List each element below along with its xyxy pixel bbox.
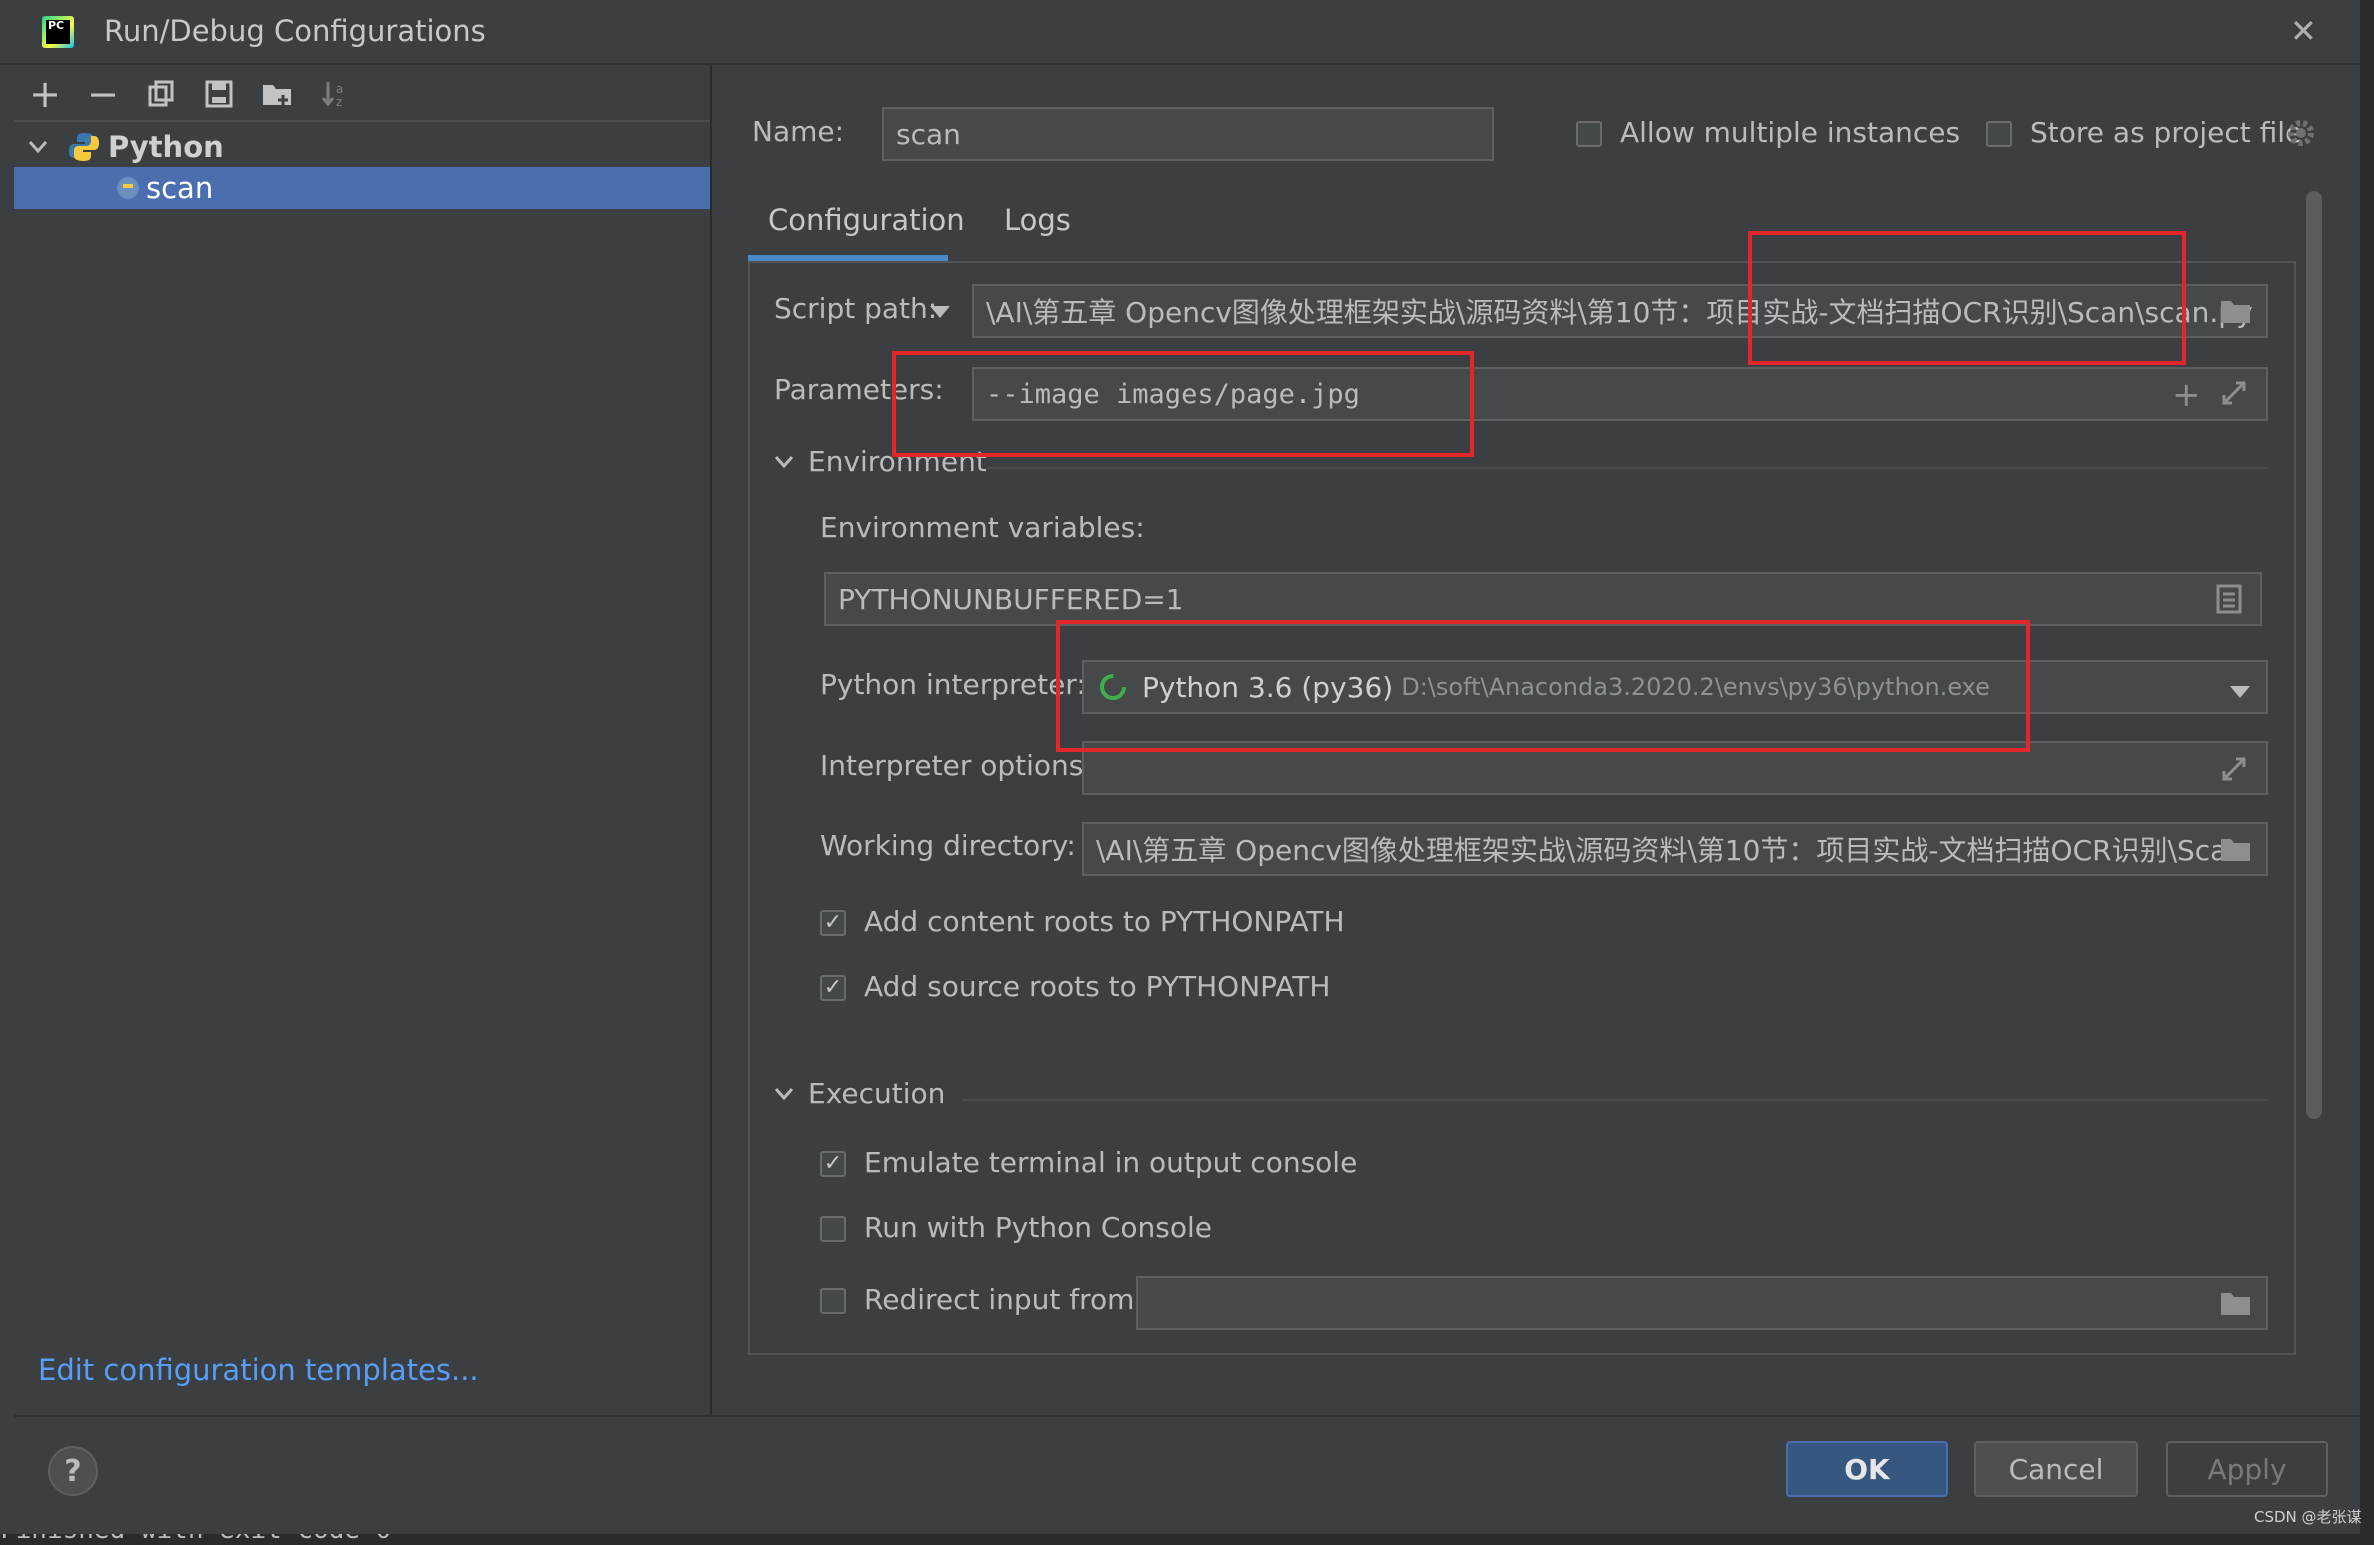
- add-icon[interactable]: +: [28, 72, 62, 116]
- vertical-scrollbar[interactable]: [2306, 191, 2322, 1119]
- redirect-folder-icon[interactable]: [2220, 1289, 2252, 1321]
- gear-icon[interactable]: [2286, 118, 2316, 148]
- python-script-icon: [114, 174, 142, 202]
- allow-multiple-checkbox[interactable]: [1576, 121, 1602, 147]
- svg-text:z: z: [336, 95, 342, 109]
- add-content-roots-label: Add content roots to PYTHONPATH: [864, 905, 1345, 938]
- expand-icon[interactable]: [2220, 379, 2248, 411]
- name-label: Name:: [752, 115, 845, 148]
- help-icon: ?: [64, 1453, 82, 1489]
- redirect-input-field[interactable]: [1136, 1276, 2268, 1330]
- tree-toolbar: + − az: [28, 72, 688, 116]
- interpreter-label: Python interpreter:: [820, 668, 1086, 701]
- copy-icon[interactable]: [144, 77, 178, 111]
- script-path-label: Script path:: [774, 292, 938, 325]
- edit-list-icon[interactable]: [2216, 584, 2242, 618]
- watermark: CSDN @老张谋: [2254, 1508, 2362, 1526]
- tab-logs[interactable]: Logs: [1004, 203, 1071, 237]
- run-python-console-label: Run with Python Console: [864, 1211, 1213, 1244]
- insert-macro-icon[interactable]: +: [2172, 375, 2201, 415]
- python-icon: [68, 131, 100, 163]
- edit-templates-link[interactable]: Edit configuration templates...: [38, 1353, 479, 1387]
- working-dir-label: Working directory:: [820, 829, 1076, 862]
- title-bar: PC Run/Debug Configurations ✕: [0, 0, 2360, 65]
- tab-logs-label: Logs: [1004, 203, 1071, 237]
- save-icon[interactable]: [202, 77, 236, 111]
- new-folder-icon[interactable]: [260, 77, 294, 111]
- redirect-input-label: Redirect input from:: [864, 1283, 1144, 1316]
- checkmark-icon: ✓: [823, 975, 843, 1000]
- environment-divider: [988, 467, 2268, 469]
- name-input[interactable]: scan: [882, 107, 1494, 161]
- environment-chevron-icon[interactable]: [774, 454, 794, 473]
- ok-button[interactable]: OK: [1786, 1441, 1948, 1497]
- tab-configuration-label: Configuration: [768, 203, 965, 237]
- script-path-dropdown-icon[interactable]: [930, 303, 950, 322]
- highlight-box-script-path: [1748, 231, 2186, 365]
- interpreter-options-label: Interpreter options:: [820, 749, 1093, 782]
- run-python-console-checkbox[interactable]: [820, 1216, 846, 1242]
- working-dir-value: \AI\第五章 Opencv图像处理框架实战\源码资料\第10节：项目实战-文档…: [1096, 834, 2246, 867]
- cancel-button-label: Cancel: [2008, 1452, 2104, 1486]
- add-source-roots-checkbox[interactable]: ✓: [820, 975, 846, 1001]
- tab-configuration[interactable]: Configuration: [748, 195, 965, 261]
- svg-text:a: a: [336, 82, 343, 96]
- close-icon[interactable]: ✕: [2290, 12, 2317, 50]
- browse-folder-icon[interactable]: [2220, 297, 2252, 329]
- bottom-divider: [14, 1415, 2360, 1417]
- add-source-roots-label: Add source roots to PYTHONPATH: [864, 970, 1331, 1003]
- tree-item-label: scan: [146, 171, 214, 205]
- checkmark-icon: ✓: [823, 910, 843, 935]
- store-project-checkbox[interactable]: [1986, 121, 2012, 147]
- working-dir-input[interactable]: \AI\第五章 Opencv图像处理框架实战\源码资料\第10节：项目实战-文档…: [1082, 822, 2268, 876]
- working-dir-folder-icon[interactable]: [2220, 835, 2252, 867]
- help-button[interactable]: ?: [48, 1446, 98, 1496]
- sort-icon[interactable]: az: [318, 77, 352, 111]
- pycharm-icon: PC: [42, 16, 74, 48]
- configuration-tree-pane: + − az Python scan Edit configuration te…: [14, 65, 712, 1415]
- tree-group-python[interactable]: Python: [28, 127, 708, 167]
- emulate-terminal-checkbox[interactable]: ✓: [820, 1151, 846, 1177]
- interpreter-dropdown-icon[interactable]: [2230, 683, 2250, 702]
- env-vars-value: PYTHONUNBUFFERED=1: [838, 582, 1184, 616]
- env-vars-label: Environment variables:: [820, 511, 1145, 544]
- tree-group-label: Python: [108, 130, 224, 164]
- execution-section-title: Execution: [808, 1077, 946, 1110]
- apply-button-label: Apply: [2207, 1452, 2287, 1486]
- redirect-input-checkbox[interactable]: [820, 1288, 846, 1314]
- execution-chevron-icon[interactable]: [774, 1086, 794, 1105]
- highlight-box-interpreter: [1056, 620, 2030, 752]
- emulate-terminal-label: Emulate terminal in output console: [864, 1146, 1358, 1179]
- chevron-down-icon[interactable]: [28, 135, 58, 160]
- add-content-roots-checkbox[interactable]: ✓: [820, 910, 846, 936]
- store-project-label: Store as project file: [2030, 116, 2303, 149]
- ok-button-label: OK: [1844, 1452, 1890, 1486]
- window-title: Run/Debug Configurations: [104, 14, 486, 48]
- interpreter-options-expand-icon[interactable]: [2220, 755, 2248, 787]
- tree-item-scan[interactable]: scan: [14, 167, 710, 209]
- apply-button[interactable]: Apply: [2166, 1441, 2328, 1497]
- checkmark-icon: ✓: [823, 1151, 843, 1176]
- highlight-box-parameters: [892, 351, 1474, 457]
- toolbar-divider: [14, 120, 710, 122]
- remove-icon[interactable]: −: [86, 72, 120, 116]
- cancel-button[interactable]: Cancel: [1974, 1441, 2138, 1497]
- env-vars-input[interactable]: PYTHONUNBUFFERED=1: [824, 572, 2262, 626]
- allow-multiple-label: Allow multiple instances: [1620, 116, 1961, 149]
- execution-divider: [962, 1099, 2268, 1101]
